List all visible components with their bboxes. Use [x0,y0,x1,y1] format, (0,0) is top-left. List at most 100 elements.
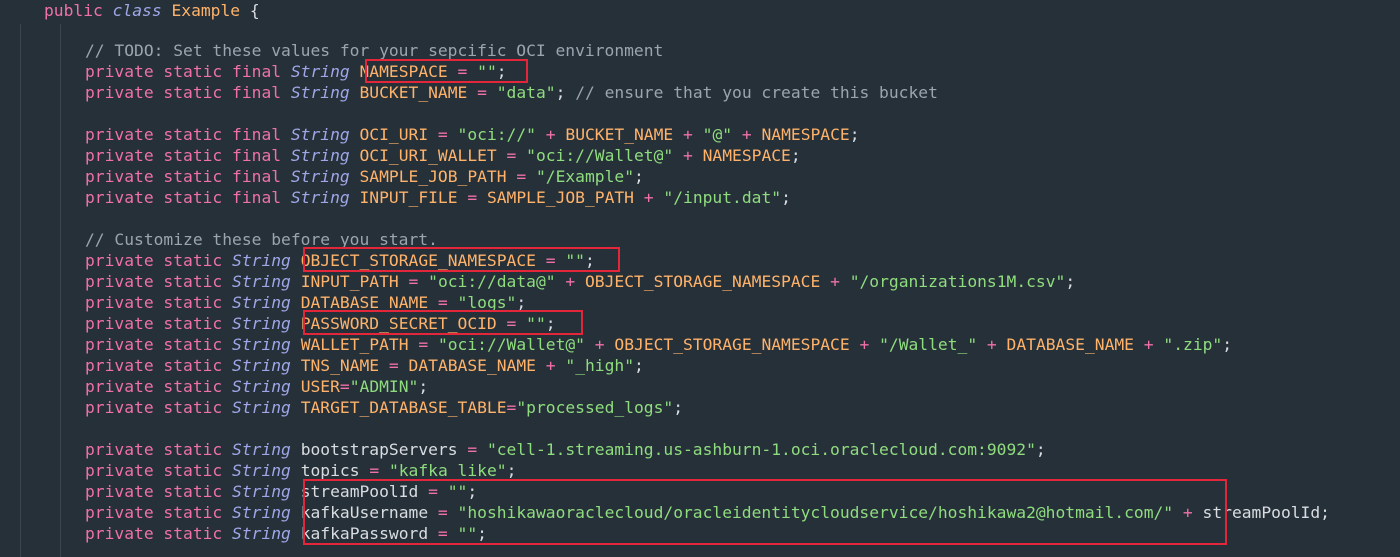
operator: = [506,167,536,186]
keyword: private static [85,335,223,354]
semicolon: ; [555,83,566,102]
keyword: class [112,1,162,20]
code-line: private static String TARGET_DATABASE_TA… [44,397,683,418]
string-literal: "" [565,251,585,270]
semicolon: ; [1035,440,1046,459]
operator: = [428,293,458,312]
identifier: SAMPLE_JOB_PATH [359,167,507,186]
code-line: private static final String BUCKET_NAME … [44,82,938,103]
keyword: private static [85,272,223,291]
code-line: private static String bootstrapServers =… [44,439,1046,460]
keyword: private static [85,314,223,333]
identifier: DATABASE_NAME [1006,335,1134,354]
operator: = [506,398,517,417]
operator: = [359,461,389,480]
operator: + [673,146,703,165]
semicolon: ; [496,62,507,81]
type: String [232,398,291,417]
semicolon: ; [634,167,644,186]
keyword: private static [85,461,223,480]
code-line: private static final String NAMESPACE = … [44,61,507,82]
keyword: private static final [85,167,282,186]
keyword: private static [85,398,223,417]
keyword: private static final [85,62,282,81]
code-line: private static String USER="ADMIN"; [44,376,428,397]
operator: = [379,356,409,375]
identifier: NAMESPACE [702,146,791,165]
string-literal: "" [457,524,478,543]
keyword: private static final [85,188,282,207]
identifier: INPUT_FILE [359,188,458,207]
string-literal: ".zip" [1163,335,1223,354]
keyword: private static [85,251,223,270]
code-line: private static String PASSWORD_SECRET_OC… [44,313,556,334]
operator: + [849,335,880,354]
semicolon: ; [477,524,487,543]
code-editor[interactable]: public class Example { // TODO: Set thes… [0,0,1400,557]
operator: = [535,251,566,270]
code-line: private static String topics = "kafka_li… [44,460,516,481]
comment: // TODO: Set these values for your sepci… [85,41,664,60]
semicolon: ; [506,461,517,480]
semicolon: ; [516,293,527,312]
semicolon: ; [467,482,478,501]
semicolon: ; [1222,335,1233,354]
string-literal: "data" [496,83,556,102]
operator: = [457,440,487,459]
type: String [232,272,291,291]
operator: = [496,314,527,333]
string-literal: "_high" [565,356,635,375]
code-line: private static String kafkaUsername = "h… [44,502,1330,523]
type: String [232,356,291,375]
class-name: Example [171,1,241,20]
code-line: public class Example { [44,0,260,21]
string-literal: "/organizations1M.csv" [849,272,1066,291]
string-literal: "processed_logs" [516,398,674,417]
code-line: private static String kafkaPassword = ""… [44,523,487,544]
string-literal: "oci://data@" [428,272,556,291]
semicolon: ; [849,125,860,144]
identifier: SAMPLE_JOB_PATH [486,188,634,207]
string-literal: "hoshikawaoraclecloud/oracleidentityclou… [457,503,1174,522]
operator: + [977,335,1007,354]
identifier: BUCKET_NAME [565,125,674,144]
operator: + [584,335,615,354]
type: String [232,251,291,270]
identifier: TARGET_DATABASE_TABLE [300,398,507,417]
keyword: private static [85,482,223,501]
operator: = [457,188,487,207]
identifier: TNS_NAME [300,356,380,375]
operator: = [398,272,429,291]
identifier: INPUT_PATH [300,272,399,291]
string-literal: "oci://" [457,125,536,144]
type: String [290,188,350,207]
code-line: private static final String OCI_URI_WALL… [44,145,801,166]
operator: + [634,188,664,207]
identifier: DATABASE_NAME [300,293,429,312]
string-literal: "" [526,314,546,333]
identifier: OBJECT_STORAGE_NAMESPACE [585,272,821,291]
operator: = [428,125,458,144]
identifier: USER [300,377,340,396]
operator: + [1173,503,1203,522]
identifier: NAMESPACE [761,125,850,144]
brace: { [249,1,260,20]
identifier: OCI_URI [359,125,429,144]
operator: = [447,62,478,81]
keyword: private static [85,356,223,375]
code-line: private static String streamPoolId = ""; [44,481,477,502]
operator: = [339,377,350,396]
comment: // ensure that you create this bucket [565,83,938,102]
identifier: DATABASE_NAME [408,356,536,375]
keyword: private static [85,440,223,459]
operator: + [820,272,850,291]
identifier: WALLET_PATH [300,335,409,354]
type: String [232,377,291,396]
keyword: private static [85,503,223,522]
keyword: private static final [85,83,282,102]
type: String [232,293,291,312]
comment: // Customize these before you start. [85,230,438,249]
semicolon: ; [584,251,595,270]
operator: = [418,482,448,501]
string-literal: "kafka_like" [388,461,507,480]
